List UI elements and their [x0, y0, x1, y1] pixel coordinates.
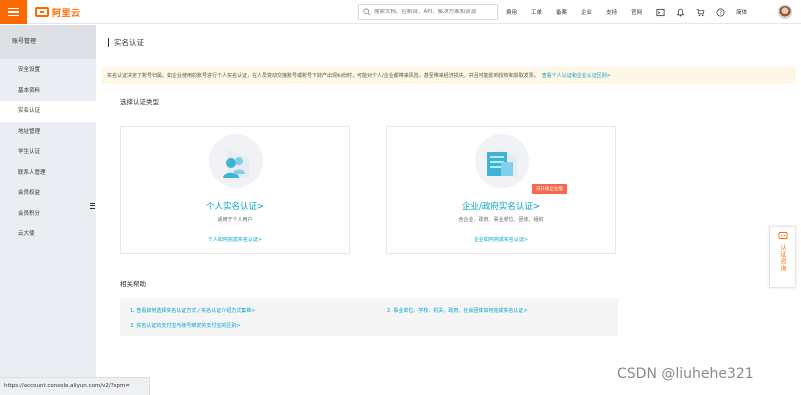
sidebar-item-real-name[interactable]: 实名认证 [0, 101, 96, 122]
enterprise-card-subtitle: 含企业、政府、事业单位、团体、组织 [458, 217, 544, 223]
personal-card-subtitle: 适用于个人用户 [217, 217, 253, 223]
svg-text:?: ? [719, 10, 722, 16]
watermark: CSDN @liuhehe321 [617, 366, 754, 382]
select-type-label: 选择认证类型 [120, 98, 159, 106]
status-url: https://account.console.aliyun.com/v2/?s… [0, 377, 150, 395]
help-label: 相关帮助 [120, 280, 146, 288]
personal-card-title[interactable]: 个人实名认证> [121, 200, 349, 212]
enterprise-icon [475, 134, 529, 188]
enterprise-card-link[interactable]: 企业如何完成实名认证> [387, 236, 615, 243]
chat-icon [778, 232, 787, 239]
help-link-1[interactable]: 1. 查看如何选择实名认证方式 / 实名认证介绍方式集锦> [130, 307, 255, 314]
nav-icp[interactable]: 备案 [556, 8, 567, 16]
aliyun-logo-icon [35, 7, 49, 17]
enterprise-card-title[interactable]: 企业/政府实名认证> [387, 200, 615, 212]
menu-icon[interactable] [0, 0, 27, 24]
sidebar-title: 账号管理 [0, 25, 96, 59]
nav-fees[interactable]: 费用 [506, 8, 517, 16]
help-box: 1. 查看如何选择实名认证方式 / 实名认证介绍方式集锦> 2. 事业单位、学校… [120, 298, 618, 336]
notice-bar: 实名认证决定了账号归属。如企业使用的账号进行个人实名认证，在人员变动交接账号或账… [102, 67, 796, 84]
search-input[interactable] [374, 9, 494, 15]
consult-label: 认证咨询 [779, 244, 786, 272]
personal-card-link[interactable]: 个人如何完成实名认证> [121, 236, 349, 243]
main-content: 实名认证 实名认证决定了账号归属。如企业使用的账号进行个人实名认证，在人员变动交… [96, 25, 801, 395]
enterprise-verification-card[interactable]: 可升级企业版 企业/政府实名认证> 含企业、政府、事业单位、团体、组织 企业如何… [386, 126, 616, 254]
sidebar: 账号管理 安全设置 基本资料 实名认证 地址管理 学生认证 联系人管理 会员权益… [0, 25, 96, 377]
nav-tickets[interactable]: 工单 [531, 8, 542, 16]
help-link-3[interactable]: 3. 实名认证的支付宝与账号绑定的支付宝的区别> [130, 322, 241, 329]
avatar[interactable] [778, 5, 792, 19]
sidebar-item-member-points[interactable]: 会员积分 [0, 204, 96, 225]
nav-enterprise[interactable]: 企业 [581, 8, 592, 16]
bell-icon[interactable] [676, 8, 685, 17]
notice-link[interactable]: 查看个人认证和企业认证区别> [542, 72, 611, 79]
aliyun-logo[interactable]: 阿里云 [35, 5, 81, 19]
sidebar-item-student[interactable]: 学生认证 [0, 142, 96, 163]
language-switch[interactable]: 简体 [736, 8, 747, 16]
personal-verification-card[interactable]: 个人实名认证> 适用于个人用户 个人如何完成实名认证> [120, 126, 350, 254]
logo-text: 阿里云 [52, 8, 81, 19]
person-icon [209, 134, 263, 188]
page-title: 实名认证 [108, 38, 144, 47]
help-link-2[interactable]: 2. 事业单位、学校、机关、政府、社会团体如何完成实名认证> [387, 307, 528, 314]
sidebar-item-basic-info[interactable]: 基本资料 [0, 81, 96, 102]
cart-icon[interactable] [696, 8, 705, 17]
consult-float-tab[interactable]: 认证咨询 [769, 226, 796, 288]
help-icon[interactable]: ? [716, 8, 725, 17]
notice-text: 实名认证决定了账号归属。如企业使用的账号进行个人实名认证，在人员变动交接账号或账… [107, 73, 539, 79]
top-bar: 阿里云 费用 工单 备案 企业 支持 官网 ? 简体 [0, 0, 801, 24]
top-nav: 费用 工单 备案 企业 支持 官网 ? 简体 [506, 0, 761, 24]
sidebar-item-ambassador[interactable]: 云大使 [0, 224, 96, 245]
sidebar-item-security[interactable]: 安全设置 [0, 60, 96, 81]
sidebar-item-address[interactable]: 地址管理 [0, 122, 96, 143]
upgrade-badge: 可升级企业版 [532, 184, 567, 194]
nav-official-site[interactable]: 官网 [631, 8, 642, 16]
sidebar-item-member-benefits[interactable]: 会员权益 [0, 183, 96, 204]
nav-support[interactable]: 支持 [606, 8, 617, 16]
search-icon [363, 8, 371, 16]
sidebar-item-contacts[interactable]: 联系人管理 [0, 163, 96, 184]
search-box[interactable] [358, 4, 498, 20]
terminal-icon[interactable] [656, 8, 665, 17]
